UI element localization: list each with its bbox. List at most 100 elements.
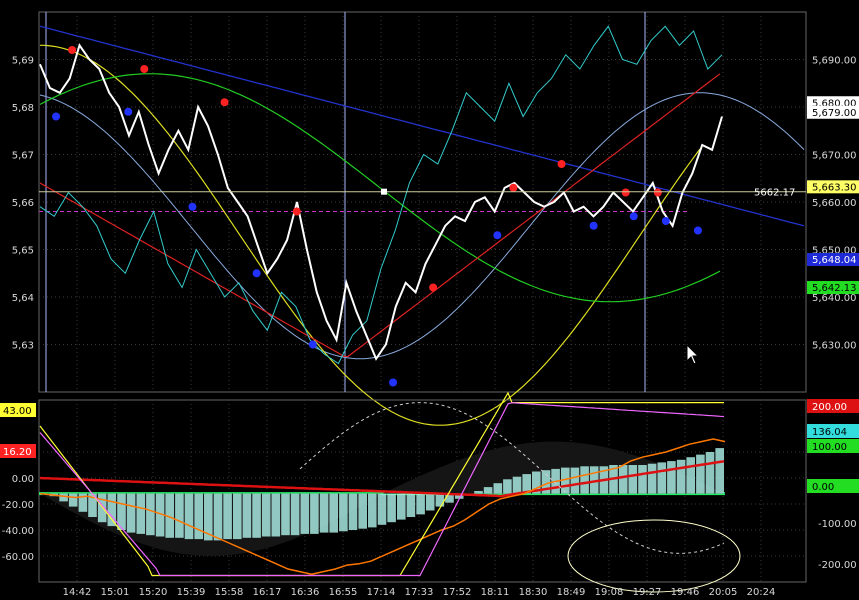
osc-y-tick-label: -60.00 [2, 552, 34, 563]
histogram-bar [175, 493, 184, 538]
x-tick-label: 15:01 [101, 587, 130, 598]
y-tick-label-left: 5,68 [12, 103, 34, 114]
osc-y-tick-label: -40.00 [2, 526, 34, 537]
x-tick-label: 20:05 [709, 587, 738, 598]
histogram-bar [638, 465, 647, 494]
y-tick-label-right: 5,630.00 [812, 341, 857, 352]
histogram-bar [686, 457, 695, 494]
price-value-tag-label: 5,679.00 [812, 108, 857, 119]
swing-low-marker [389, 378, 398, 387]
histogram-bar [213, 493, 223, 541]
swing-low-marker [589, 221, 598, 230]
x-tick-label: 19:08 [595, 587, 624, 598]
histogram-bar [667, 461, 676, 494]
osc-y-tick-label: 0.00 [12, 474, 34, 485]
histogram-bar [107, 493, 117, 527]
last-price-marker [381, 188, 387, 195]
x-tick-label: 17:52 [443, 587, 472, 598]
histogram-bar [705, 452, 715, 494]
histogram-bar [242, 493, 252, 538]
swing-low-marker [493, 231, 502, 240]
histogram-bar [580, 466, 589, 494]
osc-left-tag-label: 16.20 [3, 447, 32, 458]
x-tick-label: 15:20 [139, 587, 168, 598]
y-tick-label-left: 5,67 [12, 151, 34, 162]
x-tick-label: 18:30 [519, 587, 548, 598]
histogram-bar [194, 493, 203, 540]
swing-low-marker [188, 202, 197, 211]
histogram-bar [618, 465, 628, 494]
histogram-bar [261, 493, 271, 537]
histogram-bar [474, 491, 483, 494]
y-tick-label-left: 5,65 [12, 246, 34, 257]
swing-low-marker [661, 217, 670, 225]
price-value-tag-label: 5,663.30 [812, 182, 857, 193]
y-tick-label-left: 5,66 [12, 198, 34, 209]
histogram-bar [339, 493, 348, 532]
histogram-bar [483, 487, 493, 494]
last-price-label: 5662.17 [754, 188, 795, 199]
y-tick-label-left: 5,69 [12, 56, 34, 67]
x-tick-label: 17:33 [405, 587, 434, 598]
histogram-bar [406, 493, 416, 517]
histogram-bar [126, 493, 136, 533]
histogram-bar [329, 493, 338, 533]
x-tick-label: 15:58 [215, 587, 244, 598]
histogram-bar [657, 462, 667, 494]
y-tick-label-left: 5,64 [12, 293, 34, 304]
swing-low-marker [629, 212, 638, 221]
osc-right-tag-label: 136.04 [812, 427, 847, 438]
swing-low-marker [124, 107, 133, 116]
osc-right-tick-label: -200.00 [818, 560, 857, 571]
histogram-bar [310, 493, 319, 534]
swing-low-marker [308, 340, 317, 349]
histogram-bar [358, 493, 367, 529]
histogram-bar [146, 493, 155, 536]
histogram-bar [696, 454, 705, 494]
swing-low-marker [52, 112, 61, 121]
x-tick-label: 17:14 [367, 587, 396, 598]
x-tick-label: 18:11 [481, 587, 510, 598]
histogram-bar [416, 493, 425, 515]
y-tick-label-left: 5,63 [12, 341, 34, 352]
histogram-bar [377, 493, 387, 525]
y-tick-label-right: 5,670.00 [812, 151, 857, 162]
x-tick-label: 20:24 [747, 587, 776, 598]
osc-right-tag-label: 200.00 [812, 402, 847, 413]
price-value-tag-label: 5,648.04 [812, 255, 857, 266]
histogram-bar [628, 465, 638, 494]
swing-high-marker [140, 65, 149, 73]
swing-low-marker [252, 269, 261, 278]
x-tick-label: 19:27 [633, 587, 662, 598]
x-tick-label: 18:49 [557, 587, 586, 598]
histogram-bar [715, 448, 724, 494]
swing-high-marker [220, 98, 229, 107]
histogram-bar [425, 493, 435, 511]
swing-high-marker [292, 207, 301, 216]
price-value-tag-label: 5,690.00 [812, 56, 857, 67]
swing-high-marker [653, 188, 662, 197]
histogram-bar [512, 476, 522, 494]
price-value-tag-label: 5,642.13 [812, 283, 857, 294]
swing-high-marker [557, 160, 566, 168]
y-tick-label-right: 5,660.00 [812, 198, 857, 209]
histogram-bar [233, 493, 242, 540]
x-tick-label: 15:39 [177, 587, 206, 598]
swing-low-marker [693, 226, 702, 235]
x-tick-label: 14:42 [63, 587, 92, 598]
swing-high-marker [621, 188, 630, 197]
histogram-bar [493, 483, 503, 494]
histogram-bar [68, 493, 78, 507]
x-tick-label: 16:17 [253, 587, 282, 598]
histogram-bar [184, 493, 194, 540]
y-tick-label-right: 5,640.00 [812, 293, 857, 304]
osc-left-tag-label: 43.00 [3, 406, 32, 417]
histogram-bar [319, 493, 329, 533]
mouse-cursor-icon [686, 344, 700, 365]
histogram-bar [136, 493, 146, 534]
histogram-bar [647, 463, 657, 494]
histogram-bar [676, 459, 686, 494]
histogram-bar [223, 493, 232, 540]
histogram-bar [387, 493, 396, 523]
histogram-bar [300, 493, 310, 534]
